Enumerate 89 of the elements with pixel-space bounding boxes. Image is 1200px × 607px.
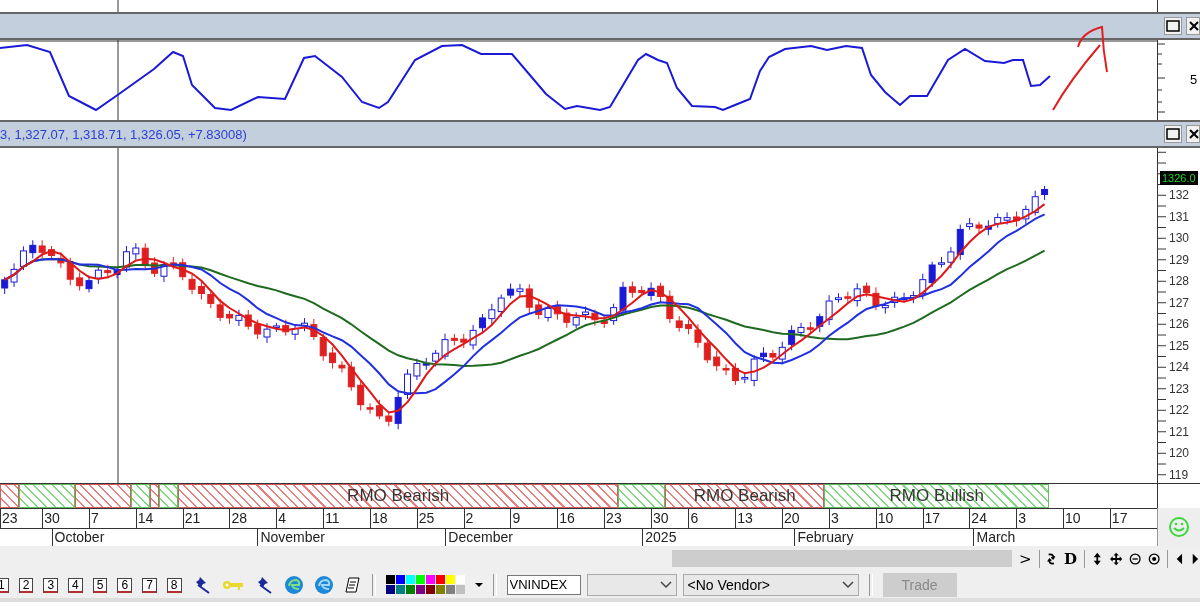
axis-label: 119 — [1168, 466, 1190, 484]
vertical-arrows-icon[interactable] — [1091, 550, 1103, 567]
color-swatch[interactable] — [385, 585, 395, 594]
week-label: 25 — [416, 509, 464, 528]
axis-label: 125 — [1168, 337, 1191, 355]
week-label: 2 — [463, 509, 511, 528]
numbered-tool-button[interactable]: 4 — [68, 578, 83, 593]
color-swatch[interactable] — [455, 585, 465, 594]
week-label: 7 — [89, 509, 136, 528]
color-swatch[interactable] — [455, 575, 465, 584]
week-label: 17 — [1109, 509, 1157, 528]
axis-label: 122 — [1168, 402, 1191, 419]
week-label: 9 — [510, 509, 558, 528]
week-label: 4 — [276, 509, 324, 528]
numbered-tool-button[interactable]: 2 — [18, 578, 34, 593]
close-icon[interactable] — [1186, 125, 1200, 143]
close-icon[interactable] — [1186, 17, 1200, 35]
move-icon[interactable] — [1109, 551, 1122, 566]
last-price-tag: 1326.0 — [1160, 171, 1198, 185]
axis-label: 129 — [1168, 251, 1191, 269]
numbered-tool-button[interactable]: 6 — [117, 578, 133, 593]
browser-icon[interactable] — [283, 574, 304, 595]
axis-label: 123 — [1168, 380, 1191, 398]
week-label: 20 — [782, 509, 829, 528]
week-label: 28 — [229, 509, 277, 528]
color-swatch[interactable] — [405, 575, 415, 584]
week-label: 10 — [1063, 509, 1110, 528]
week-label: 3 — [1016, 509, 1063, 528]
maximize-icon[interactable] — [1164, 17, 1182, 35]
vendor-dropdown[interactable]: <No Vendor> — [682, 573, 859, 596]
color-swatch[interactable] — [435, 575, 445, 584]
week-label: 13 — [735, 509, 783, 528]
week-label: 30 — [42, 509, 89, 528]
week-label: 24 — [969, 509, 1017, 528]
caret-icon — [659, 580, 672, 589]
price-readout: 3, 1,327.07, 1,318.71, 1,326.05, +7.83008) — [0, 126, 247, 142]
numbered-tool-button[interactable]: 8 — [166, 578, 182, 593]
axis-label: 132 — [1168, 187, 1191, 204]
week-label: 30 — [650, 509, 689, 528]
axis-label: 131 — [1168, 208, 1191, 226]
color-swatch[interactable] — [445, 585, 455, 594]
axis-label: 128 — [1168, 273, 1191, 290]
week-label: 23 — [604, 509, 651, 528]
week-label: 10 — [875, 509, 923, 528]
color-swatch[interactable] — [395, 585, 405, 594]
color-swatch[interactable] — [385, 575, 395, 584]
week-label: 18 — [369, 509, 417, 528]
axis-label: 5 — [1190, 72, 1198, 87]
axis-label: 127 — [1168, 294, 1191, 312]
caret-icon — [841, 580, 854, 589]
color-swatch[interactable] — [405, 585, 415, 594]
axis-label: 120 — [1168, 445, 1191, 462]
week-label: 3 — [828, 509, 876, 528]
period-button[interactable]: D — [1064, 549, 1078, 568]
week-label: 14 — [135, 509, 183, 528]
scroll-icon[interactable] — [343, 575, 362, 594]
week-label: 17 — [922, 509, 970, 528]
caret-icon[interactable] — [474, 581, 483, 588]
zoom-out-icon[interactable] — [1128, 551, 1142, 566]
week-label: 16 — [557, 509, 605, 528]
left-arrow-icon[interactable] — [1175, 551, 1185, 566]
color-swatch[interactable] — [445, 575, 455, 584]
numbered-tool-button[interactable]: 7 — [142, 578, 157, 593]
week-label: 21 — [182, 509, 230, 528]
color-swatch[interactable] — [435, 585, 445, 594]
horizontal-scrollbar[interactable] — [672, 550, 1012, 567]
color-swatch[interactable] — [425, 585, 435, 594]
axis-label: 121 — [1168, 423, 1191, 441]
rmo-band — [618, 484, 666, 508]
zoom-in-icon[interactable] — [1148, 551, 1161, 566]
week-label: 6 — [688, 509, 736, 528]
next-button[interactable]: > — [1019, 549, 1032, 568]
dropdown-value: <No Vendor> — [687, 576, 770, 593]
numbered-tool-button[interactable]: 5 — [92, 578, 108, 593]
color-swatch[interactable] — [395, 575, 405, 584]
color-swatch[interactable] — [415, 585, 425, 594]
browser-icon[interactable] — [313, 574, 334, 595]
week-label: 11 — [323, 509, 370, 528]
week-label: 23 — [0, 509, 43, 528]
color-swatch[interactable] — [425, 575, 435, 584]
right-arrow-icon[interactable] — [1191, 551, 1200, 566]
color-swatch[interactable] — [415, 575, 425, 584]
numbered-tool-button[interactable]: 3 — [43, 578, 59, 593]
crosshair-line — [117, 0, 119, 12]
axis-label: 126 — [1168, 316, 1191, 333]
axis-label: 130 — [1168, 230, 1191, 247]
symbol-field[interactable]: VNINDEX — [506, 574, 581, 595]
axis-label: 124 — [1168, 359, 1191, 376]
maximize-icon[interactable] — [1164, 125, 1182, 143]
